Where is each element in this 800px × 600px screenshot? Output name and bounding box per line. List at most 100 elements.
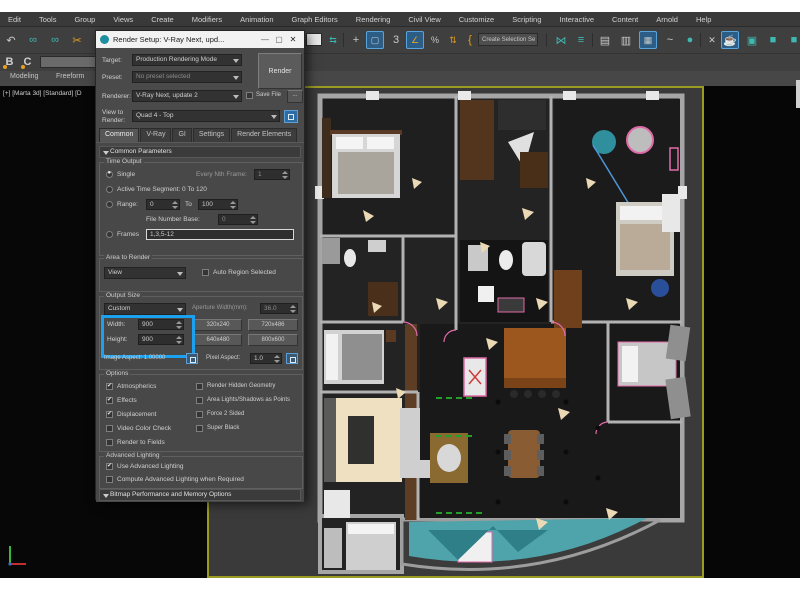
- select-by-name-icon[interactable]: ⇆: [324, 31, 342, 49]
- spinner[interactable]: [176, 336, 182, 344]
- range-from-field[interactable]: 0: [146, 199, 180, 210]
- file-number-base-field[interactable]: 0: [218, 214, 258, 225]
- schematic-view-icon[interactable]: ~: [661, 31, 679, 49]
- region-select-icon[interactable]: ▢: [366, 31, 384, 49]
- rendered-frame-window-icon[interactable]: ▣: [743, 31, 761, 49]
- menu-civil-view[interactable]: Civil View: [408, 15, 440, 24]
- effects-checkbox[interactable]: ✔: [106, 397, 113, 404]
- render-setup-icon[interactable]: ☕: [721, 31, 739, 49]
- menu-edit[interactable]: Edit: [8, 15, 21, 24]
- render-button[interactable]: Render: [258, 53, 302, 89]
- menu-scripting[interactable]: Scripting: [512, 15, 541, 24]
- spinner[interactable]: [230, 201, 236, 209]
- spinner[interactable]: [172, 201, 178, 209]
- menu-help[interactable]: Help: [696, 15, 711, 24]
- spinner[interactable]: [282, 171, 288, 179]
- menu-rendering[interactable]: Rendering: [356, 15, 391, 24]
- toolbar-input-field[interactable]: [40, 56, 98, 68]
- resolution-320x240-button[interactable]: 320x240: [194, 319, 242, 331]
- view-to-render-dropdown[interactable]: Quad 4 - Top: [132, 110, 280, 122]
- super-black-checkbox[interactable]: [196, 425, 203, 432]
- named-selection-sets-icon[interactable]: {: [461, 31, 479, 49]
- active-time-segment-radio[interactable]: [106, 186, 113, 193]
- target-dropdown[interactable]: Production Rendering Mode: [132, 54, 242, 66]
- bind-spacewarp-icon[interactable]: ✂: [68, 31, 86, 49]
- minimize-button[interactable]: —: [258, 35, 272, 44]
- resolution-800x600-button[interactable]: 800x600: [248, 334, 298, 346]
- spinner[interactable]: [274, 355, 280, 363]
- viewport-right[interactable]: [704, 86, 800, 578]
- menu-modifiers[interactable]: Modifiers: [192, 15, 222, 24]
- every-nth-frame-field[interactable]: 1: [254, 169, 290, 180]
- undo-icon[interactable]: ↶: [2, 31, 20, 49]
- render-to-fields-checkbox[interactable]: [106, 439, 113, 446]
- displacement-checkbox[interactable]: ✔: [106, 411, 113, 418]
- mirror-icon[interactable]: ⋈: [552, 31, 570, 49]
- range-to-field[interactable]: 100: [198, 199, 238, 210]
- floorplan-render[interactable]: [308, 90, 694, 576]
- frames-radio[interactable]: [106, 231, 113, 238]
- render-iterative-icon[interactable]: ■: [785, 31, 800, 49]
- tab-common[interactable]: Common: [99, 128, 139, 142]
- output-size-dropdown[interactable]: Custom: [104, 303, 186, 315]
- selection-filter-dropdown[interactable]: [306, 33, 322, 46]
- angle-snap-icon[interactable]: ∠: [406, 31, 424, 49]
- scene-explorer-icon[interactable]: ▤: [596, 31, 614, 49]
- dialog-titlebar[interactable]: Render Setup: V-Ray Next, upd... — ▢ ✕: [96, 31, 304, 48]
- menu-arnold[interactable]: Arnold: [656, 15, 678, 24]
- spinner[interactable]: [176, 321, 182, 329]
- macro-button-c[interactable]: C: [20, 55, 35, 70]
- spinner[interactable]: [250, 216, 256, 224]
- frames-field[interactable]: 1,3,5-12: [146, 229, 294, 240]
- ribbon-tab-modeling[interactable]: Modeling: [10, 73, 38, 80]
- menu-tools[interactable]: Tools: [39, 15, 57, 24]
- width-field[interactable]: 900: [138, 319, 184, 330]
- aperture-width-field[interactable]: 36.0: [260, 303, 298, 314]
- menu-group[interactable]: Group: [74, 15, 95, 24]
- height-field[interactable]: 900: [138, 334, 184, 345]
- viewport-label[interactable]: [+] [Marta 3d] [Standard] [D: [3, 90, 82, 97]
- menu-views[interactable]: Views: [113, 15, 133, 24]
- menu-interactive[interactable]: Interactive: [559, 15, 594, 24]
- rollout-common-parameters[interactable]: Common Parameters: [99, 146, 301, 158]
- use-advanced-lighting-checkbox[interactable]: ✔: [106, 463, 113, 470]
- tab-render-elements[interactable]: Render Elements: [231, 128, 297, 142]
- save-file-browse-button[interactable]: ...: [287, 90, 303, 103]
- rollout-bitmap-performance[interactable]: Bitmap Performance and Memory Options: [99, 489, 301, 501]
- renderer-dropdown[interactable]: V-Ray Next, update 2: [132, 90, 242, 102]
- tab-vray[interactable]: V-Ray: [140, 128, 171, 142]
- unlink-icon[interactable]: ∞: [46, 31, 64, 49]
- tab-gi[interactable]: GI: [172, 128, 191, 142]
- force-2-sided-checkbox[interactable]: [196, 411, 203, 418]
- area-to-render-dropdown[interactable]: View: [104, 267, 186, 279]
- range-radio[interactable]: [106, 201, 113, 208]
- resolution-720x486-button[interactable]: 720x486: [248, 319, 298, 331]
- curve-editor-icon[interactable]: ▦: [639, 31, 657, 49]
- menu-create[interactable]: Create: [151, 15, 174, 24]
- ribbon-tab-freeform[interactable]: Freeform: [56, 73, 84, 80]
- save-file-checkbox[interactable]: [246, 92, 253, 99]
- menu-graph-editors[interactable]: Graph Editors: [292, 15, 338, 24]
- viewport-lock-button[interactable]: [284, 110, 298, 123]
- create-selection-set-dropdown[interactable]: Create Selection Se: [478, 33, 538, 46]
- link-icon[interactable]: ∞: [24, 31, 42, 49]
- atmospherics-checkbox[interactable]: ✔: [106, 383, 113, 390]
- compute-advanced-lighting-checkbox[interactable]: [106, 476, 113, 483]
- layer-manager-icon[interactable]: ▥: [617, 31, 635, 49]
- pixel-aspect-lock-button[interactable]: [286, 353, 298, 364]
- menu-customize[interactable]: Customize: [459, 15, 494, 24]
- menu-content[interactable]: Content: [612, 15, 638, 24]
- area-lights-checkbox[interactable]: [196, 397, 203, 404]
- snap-toggle-3d-icon[interactable]: 3: [387, 31, 405, 49]
- video-color-check-checkbox[interactable]: [106, 425, 113, 432]
- scatter-icon[interactable]: ✕: [703, 31, 721, 49]
- auto-region-checkbox[interactable]: [202, 269, 209, 276]
- menu-animation[interactable]: Animation: [240, 15, 273, 24]
- spinner[interactable]: [290, 305, 296, 313]
- macro-button-b[interactable]: B: [2, 55, 17, 70]
- select-and-move-icon[interactable]: +: [347, 31, 365, 49]
- align-icon[interactable]: ≡: [572, 31, 590, 49]
- percent-snap-icon[interactable]: %: [426, 31, 444, 49]
- material-editor-icon[interactable]: ●: [681, 31, 699, 49]
- preset-dropdown[interactable]: No preset selected: [132, 71, 242, 83]
